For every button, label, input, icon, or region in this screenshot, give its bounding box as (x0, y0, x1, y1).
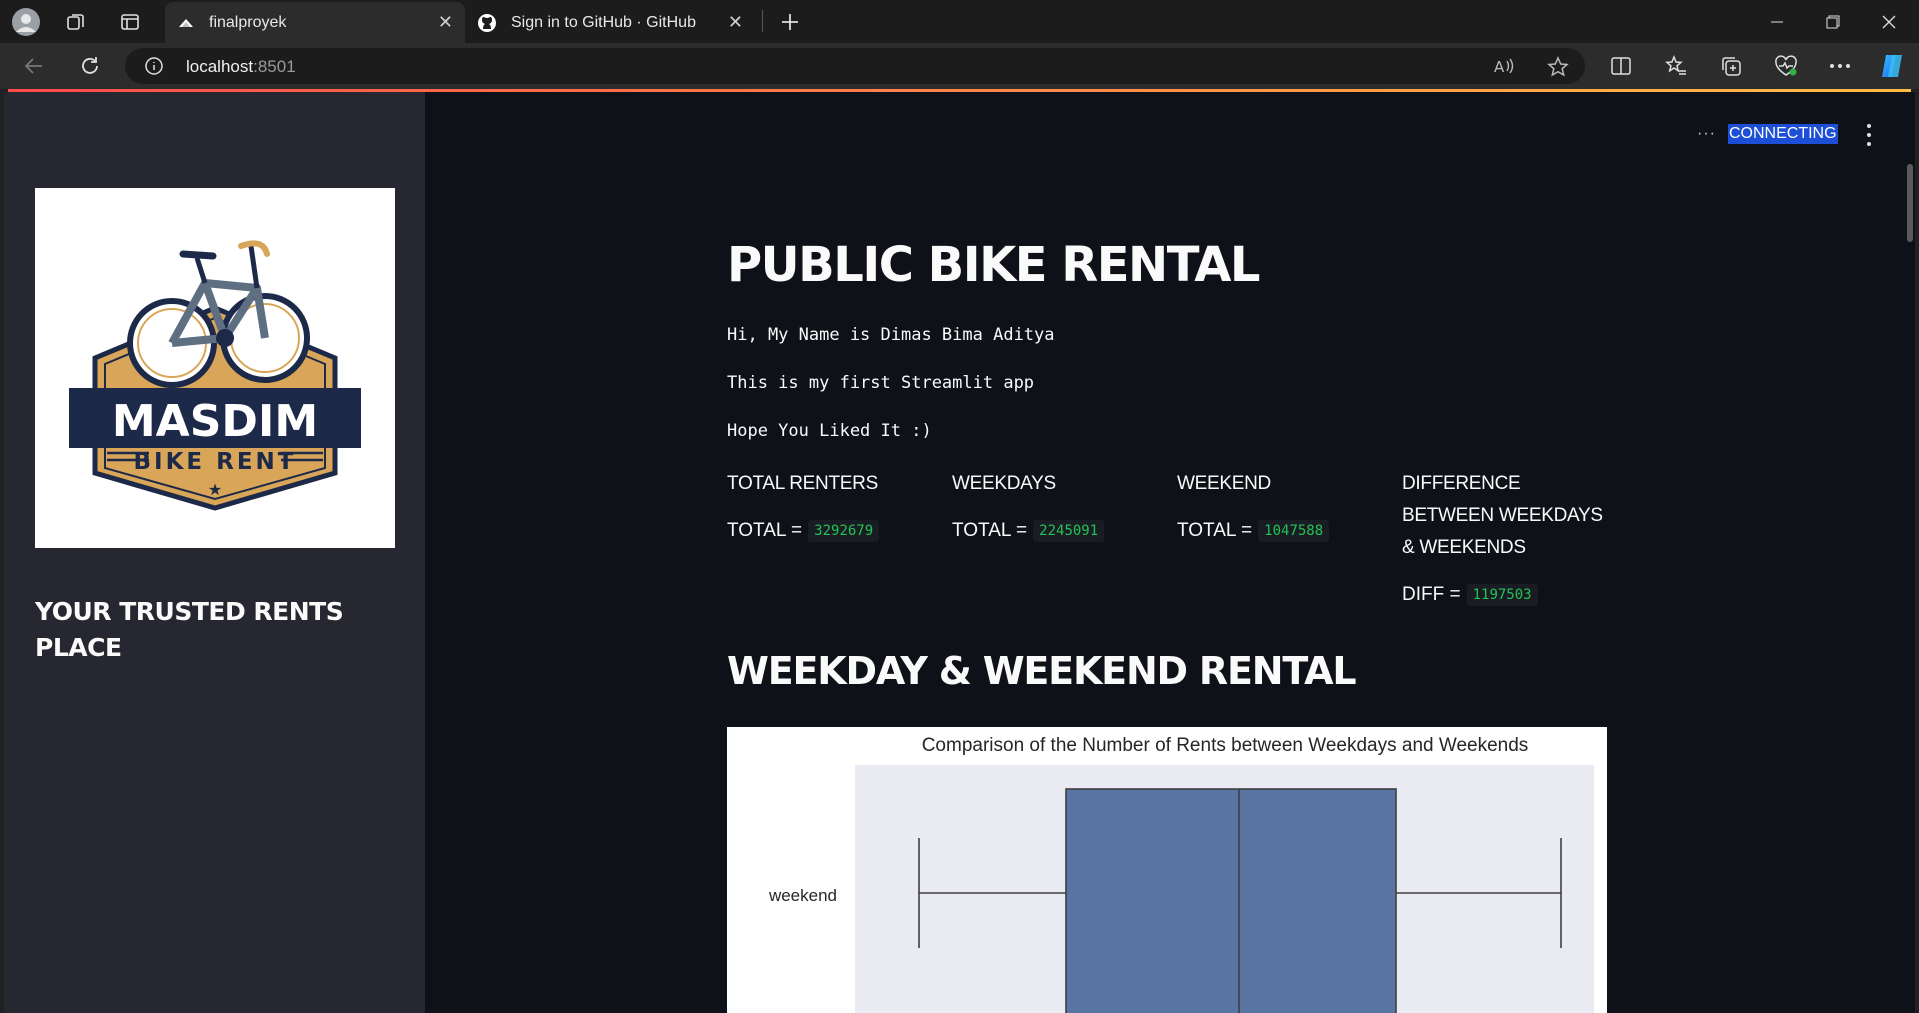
favorites-icon[interactable] (1660, 50, 1692, 82)
metric-prefix: TOTAL = (1177, 520, 1253, 541)
chart-title: Comparison of the Number of Rents betwee… (922, 735, 1529, 756)
url-text: localhost:8501 (186, 57, 296, 77)
sidebar-title: YOUR TRUSTED RENTS PLACE (35, 597, 344, 662)
minimize-icon[interactable] (1749, 0, 1805, 43)
metric-prefix: TOTAL = (727, 520, 803, 541)
svg-text:A: A (1494, 58, 1505, 76)
metric-difference: DIFFERENCE BETWEEN WEEKDAYS & WEEKENDS D… (1402, 468, 1607, 606)
main-menu-icon[interactable] (1859, 124, 1879, 146)
iqr-box (1065, 788, 1397, 1013)
browser-tabstrip: finalproyek ✕ Sign in to GitHub · GitHub… (0, 0, 1919, 43)
section-title: WEEKDAY & WEEKEND RENTAL (727, 649, 1357, 693)
new-tab-icon[interactable] (774, 6, 806, 38)
metric-weekend: WEEKEND TOTAL = 1047588 (1177, 468, 1392, 542)
address-bar[interactable]: localhost:8501 A (125, 48, 1585, 84)
browser-essentials-icon[interactable] (1770, 50, 1802, 82)
github-icon (478, 13, 496, 32)
metric-value: 3292679 (808, 520, 880, 542)
tab-actions-icon[interactable] (114, 6, 146, 38)
intro-line-3: Hope You Liked It :) (727, 421, 932, 441)
svg-text:★: ★ (208, 482, 222, 499)
tab-title: finalproyek (209, 13, 287, 31)
metric-label: WEEKDAYS (952, 473, 1056, 494)
status-spinner-icon: ··· (1697, 125, 1716, 142)
url-host: localhost (186, 57, 254, 76)
metric-weekdays: WEEKDAYS TOTAL = 2245091 (952, 468, 1167, 542)
copilot-icon[interactable] (1876, 50, 1908, 82)
tab-divider (762, 10, 763, 32)
intro-line-2: This is my first Streamlit app (727, 373, 1035, 393)
metric-prefix: DIFF = (1402, 584, 1461, 605)
url-port: :8501 (253, 57, 296, 76)
metric-value: 1047588 (1258, 520, 1330, 542)
sidebar: MASDIM BIKE RENT ★ YOUR TRUSTED RENTS PL… (4, 92, 425, 1013)
tab-github[interactable]: Sign in to GitHub · GitHub ✕ (465, 2, 755, 43)
favorite-star-icon[interactable] (1547, 56, 1569, 78)
read-aloud-icon[interactable]: A (1493, 56, 1515, 76)
profile-icon[interactable] (10, 6, 42, 38)
back-icon[interactable] (18, 50, 50, 82)
scrollbar[interactable] (1907, 164, 1913, 242)
metric-total-renters: TOTAL RENTERS TOTAL = 3292679 (727, 468, 942, 542)
intro-line-1: Hi, My Name is Dimas Bima Aditya (727, 325, 1055, 345)
workspaces-icon[interactable] (60, 6, 92, 38)
y-tick-label-weekend: weekend (768, 886, 837, 905)
metric-prefix: TOTAL = (952, 520, 1028, 541)
metric-label: WEEKEND (1177, 473, 1271, 494)
page-title: PUBLIC BIKE RENTAL (727, 237, 1260, 293)
settings-more-icon[interactable] (1824, 50, 1856, 82)
collections-icon[interactable] (1715, 50, 1747, 82)
metric-value: 2245091 (1033, 520, 1105, 542)
streamlit-favicon-icon (179, 18, 193, 27)
close-window-icon[interactable] (1861, 0, 1917, 43)
site-info-icon[interactable] (145, 57, 163, 75)
tab-title: Sign in to GitHub · GitHub (511, 13, 696, 31)
restore-icon[interactable] (1805, 0, 1861, 43)
tab-close-icon[interactable]: ✕ (438, 12, 453, 33)
logo-text-bike-rent: BIKE RENT (134, 449, 297, 475)
tab-close-icon[interactable]: ✕ (728, 12, 743, 33)
metric-label: TOTAL RENTERS (727, 473, 878, 494)
streamlit-app: MASDIM BIKE RENT ★ YOUR TRUSTED RENTS PL… (4, 92, 1915, 1013)
tab-finalproyek[interactable]: finalproyek ✕ (165, 2, 465, 43)
masdim-logo: MASDIM BIKE RENT ★ (35, 188, 395, 548)
metric-value: 1197503 (1466, 584, 1538, 606)
metric-label: DIFFERENCE BETWEEN WEEKDAYS & WEEKENDS (1402, 473, 1603, 558)
connection-status: ··· CONNECTING (1697, 122, 1838, 146)
logo-text-masdim: MASDIM (112, 396, 318, 447)
refresh-icon[interactable] (74, 50, 106, 82)
status-text: CONNECTING (1727, 124, 1838, 144)
boxplot-chart: Comparison of the Number of Rents betwee… (727, 727, 1607, 1013)
split-screen-icon[interactable] (1605, 50, 1637, 82)
address-toolbar: localhost:8501 A (0, 43, 1919, 89)
